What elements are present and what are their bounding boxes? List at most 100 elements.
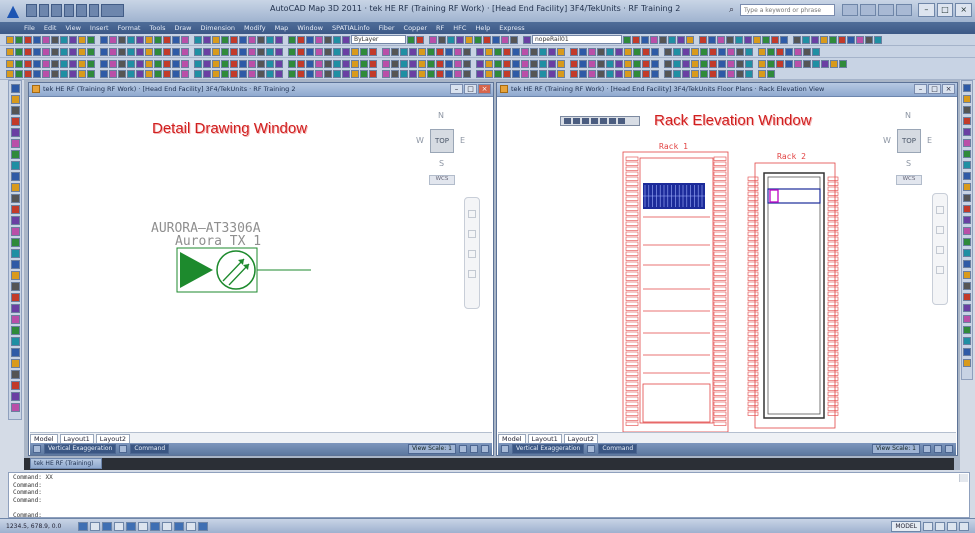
toolbar-button[interactable] xyxy=(351,47,359,56)
workspace-icon[interactable] xyxy=(923,521,933,531)
menu-item[interactable]: RF xyxy=(436,24,444,32)
toolbar-button[interactable] xyxy=(382,59,390,68)
toolbar-button[interactable] xyxy=(315,35,323,44)
toolbar-button[interactable] xyxy=(181,47,189,56)
toolbar-button[interactable] xyxy=(100,47,108,56)
snap-mode-toggle[interactable] xyxy=(78,521,88,531)
toolbar-button[interactable] xyxy=(736,69,744,78)
toolbar-button[interactable] xyxy=(15,35,23,44)
toolbar-button[interactable] xyxy=(476,47,484,56)
snap-icon[interactable] xyxy=(33,445,41,453)
toolbar-button[interactable] xyxy=(753,35,761,44)
toolbar-button[interactable] xyxy=(485,59,493,68)
toolbar-button[interactable] xyxy=(579,47,587,56)
toolbar-button[interactable] xyxy=(400,69,408,78)
toolbar-button[interactable] xyxy=(15,69,23,78)
tool-button[interactable] xyxy=(963,128,971,136)
toolbar-button[interactable] xyxy=(69,59,77,68)
toolbar-button[interactable] xyxy=(659,35,667,44)
toolbar-button[interactable] xyxy=(324,35,332,44)
toolbar-button[interactable] xyxy=(203,47,211,56)
toolbar-button[interactable] xyxy=(118,69,126,78)
rack-2-selected-unit[interactable] xyxy=(769,189,779,203)
osnap-toggle[interactable] xyxy=(126,521,136,531)
toolbar-button[interactable] xyxy=(521,59,529,68)
tool-button[interactable] xyxy=(10,227,20,236)
toolbar-button[interactable] xyxy=(557,47,565,56)
lineweight-toggle[interactable] xyxy=(174,521,184,531)
toolbar-button[interactable] xyxy=(194,69,202,78)
tool-button[interactable] xyxy=(963,260,971,268)
tab-model[interactable]: Model xyxy=(498,433,526,444)
menu-item[interactable]: Window xyxy=(297,24,323,32)
toolbar-button[interactable] xyxy=(821,59,829,68)
toolbar-button[interactable] xyxy=(510,35,518,44)
toolbar-button[interactable] xyxy=(745,69,753,78)
menu-item[interactable]: HFC xyxy=(453,24,466,32)
toolbar-button[interactable] xyxy=(333,69,341,78)
toolbar-button[interactable] xyxy=(708,35,716,44)
toolbar-button[interactable] xyxy=(523,35,531,44)
toolbar-button[interactable] xyxy=(465,35,473,44)
toolbar-button[interactable] xyxy=(60,69,68,78)
toolbar-button[interactable] xyxy=(579,59,587,68)
toolbar-button[interactable] xyxy=(454,59,462,68)
toolbar-button[interactable] xyxy=(727,59,735,68)
toolbar-button[interactable] xyxy=(650,35,658,44)
toolbar-button[interactable] xyxy=(42,59,50,68)
vertical-exaggeration-button[interactable]: Vertical Exaggeration xyxy=(512,444,585,454)
toolbar-button[interactable] xyxy=(838,35,846,44)
toolbar-button[interactable] xyxy=(802,35,810,44)
menu-item[interactable]: Help xyxy=(475,24,490,32)
toolbar-button[interactable] xyxy=(297,59,305,68)
toolbar-button[interactable] xyxy=(342,59,350,68)
toolbar-button[interactable] xyxy=(15,59,23,68)
toolbar-button[interactable] xyxy=(212,59,220,68)
toolbar-button[interactable] xyxy=(700,59,708,68)
tool-button[interactable] xyxy=(963,359,971,367)
toolbar-button[interactable] xyxy=(239,59,247,68)
fullscreen-icon[interactable] xyxy=(481,445,489,453)
toolbar-button[interactable] xyxy=(154,69,162,78)
tool-button[interactable] xyxy=(10,183,20,192)
toolbar-button[interactable] xyxy=(570,69,578,78)
toolbar-button[interactable] xyxy=(324,59,332,68)
toolbar-button[interactable] xyxy=(78,69,86,78)
toolbar-button[interactable] xyxy=(776,47,784,56)
tool-button[interactable] xyxy=(963,84,971,92)
toolbar-button[interactable] xyxy=(476,69,484,78)
toolbar-button[interactable] xyxy=(257,35,265,44)
toolbar-button[interactable] xyxy=(539,69,547,78)
tool-button[interactable] xyxy=(963,139,971,147)
tool-button[interactable] xyxy=(10,359,20,368)
toolbar-button[interactable] xyxy=(624,47,632,56)
lock-icon[interactable] xyxy=(934,445,942,453)
toolbar-button[interactable] xyxy=(539,59,547,68)
toolbar-button[interactable] xyxy=(333,47,341,56)
toolbar-button[interactable] xyxy=(297,69,305,78)
toolbar-button[interactable] xyxy=(642,47,650,56)
toolbar-button[interactable] xyxy=(391,59,399,68)
toolbar-button[interactable] xyxy=(163,35,171,44)
toolbar-button[interactable] xyxy=(606,47,614,56)
detail-drawing-canvas[interactable]: Detail Drawing Window N W E S TOP WCS AU… xyxy=(30,97,492,432)
toolbar-button[interactable] xyxy=(351,69,359,78)
toolbar-button[interactable] xyxy=(109,47,117,56)
toolbar-button[interactable] xyxy=(436,59,444,68)
qat-print-button[interactable] xyxy=(88,4,100,17)
toolbar-button[interactable] xyxy=(709,69,717,78)
toolbar-button[interactable] xyxy=(570,59,578,68)
toolbar-button[interactable] xyxy=(257,69,265,78)
maximize-icon[interactable]: □ xyxy=(936,3,954,17)
toolbar-button[interactable] xyxy=(230,69,238,78)
toolbar-button[interactable] xyxy=(691,59,699,68)
toolbar-button[interactable] xyxy=(248,35,256,44)
toolbar-button[interactable] xyxy=(633,47,641,56)
toolbar-button[interactable] xyxy=(100,59,108,68)
toolbar-button[interactable] xyxy=(221,69,229,78)
toolbar-button[interactable] xyxy=(306,47,314,56)
toolbar-button[interactable] xyxy=(709,59,717,68)
toolbar-button[interactable] xyxy=(51,59,59,68)
toolbar-button[interactable] xyxy=(642,59,650,68)
lock-toolbar-icon[interactable] xyxy=(947,521,957,531)
